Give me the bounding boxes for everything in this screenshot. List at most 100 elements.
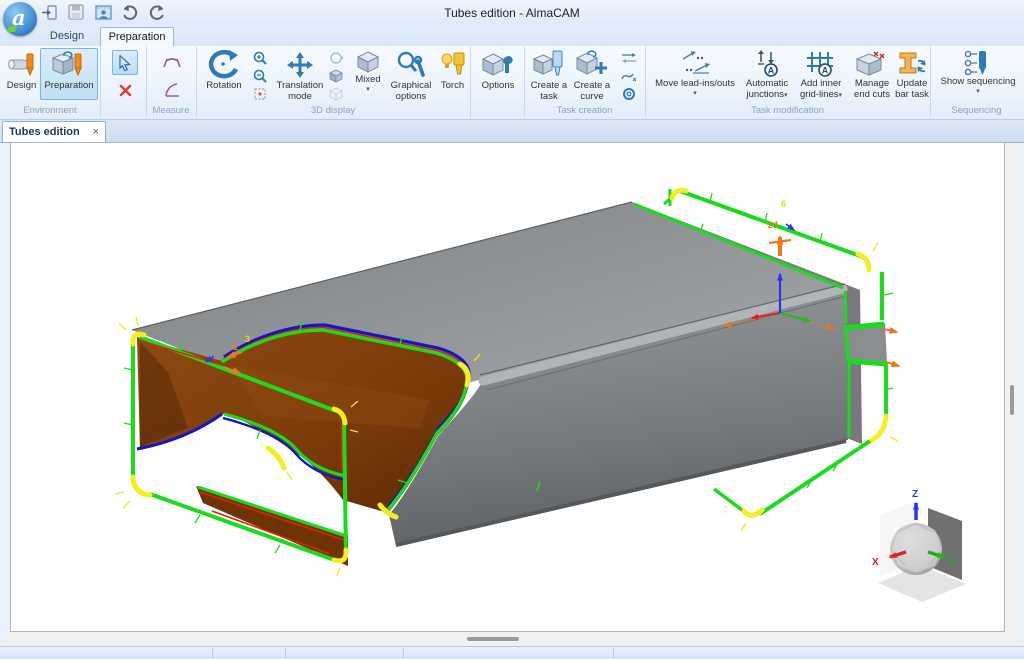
end-contour-id-label: 6 [781,199,786,209]
mixed-dropdown-arrow[interactable]: ▾ [349,86,387,93]
document-tab-bar: Tubes edition × [0,120,1024,143]
add-inner-grid-lines-button[interactable]: A Add inner grid-lines▾ [793,48,849,102]
zoom-fit-icon [253,87,267,101]
move-lead-dropdown-arrow[interactable]: ▾ [650,90,740,97]
end-lead-id-label: 2J [768,220,778,230]
zoom-in-button[interactable] [250,48,270,67]
document-tab-tubes-edition[interactable]: Tubes edition × [2,121,106,142]
measure-distance-button[interactable] [159,50,185,74]
auto-junctions-dropdown-arrow[interactable]: ▾ [784,92,788,99]
show-sequencing-button[interactable]: Show sequencing ▾ [935,48,1021,96]
measure-angle-icon [164,82,181,98]
axis-x-label: X [872,557,879,568]
translation-icon [273,49,327,81]
horizontal-scrollbar[interactable] [4,633,1020,646]
mixed-button[interactable]: Mixed ▾ [348,48,388,94]
quick-access-toolbar [40,3,166,23]
group-task-creation: Create a task Create a curve Task creati… [524,46,646,118]
wireframe-view-button[interactable] [326,84,346,103]
exit-icon[interactable] [40,3,58,21]
measure-angle-button[interactable] [159,77,185,102]
vertical-scrollbar-thumb[interactable] [1010,385,1014,415]
almacam-window: { "window": { "title": "Tubes edition - … [0,0,1024,658]
manage-end-cuts-button[interactable]: Manage end cuts [849,48,895,101]
torch-icon [436,49,469,81]
lead-arrows-icon [620,52,638,64]
almacam-logo-icon[interactable]: a [3,2,37,36]
graphical-options-button[interactable]: Graphical options [386,48,436,103]
tube-design-icon [3,49,40,81]
create-curve-icon [571,49,613,81]
zoom-out-icon [253,69,267,83]
group-selection [100,46,147,118]
delete-selection-button[interactable] [112,78,138,102]
design-button[interactable]: Design [2,48,41,93]
view-cube[interactable]: Z X Y [872,489,966,602]
tab-design[interactable]: Design [34,27,100,46]
torch-button[interactable]: Torch [435,48,470,93]
group-sequencing: Show sequencing ▾ Sequencing [930,46,1023,118]
save-icon[interactable] [67,3,85,21]
create-task-icon [528,49,570,81]
lead-id-label: 1 [233,342,238,352]
axis-y-label: Y [950,558,957,569]
lead-arrows-button[interactable] [616,48,642,67]
solid-cube-icon [329,69,343,83]
sequencing-icon [936,49,1020,77]
translation-mode-button[interactable]: Translation mode [272,48,328,103]
cursor-icon [118,55,132,71]
update-bar-task-button[interactable]: Update bar task [894,48,930,101]
group-environment: Design Preparation Environment [0,46,101,118]
curve-tool-button[interactable] [616,66,642,85]
svg-text:A: A [822,66,829,76]
wireframe-cube-icon [329,87,343,101]
circle-tool-button[interactable] [616,84,642,103]
zoom-in-icon [253,51,267,65]
manage-end-cuts-icon [850,49,894,79]
ribbon: Design Preparation Environment Measure [0,46,1024,120]
ribbon-tab-strip: Design Preparation [0,26,1024,46]
options-cube-wrench-icon [476,49,520,81]
svg-text:A: A [768,66,775,76]
zoom-fit-button[interactable] [250,84,270,103]
donut-icon [622,87,636,101]
redo-icon[interactable] [148,3,166,21]
session-icon[interactable] [94,3,112,21]
zoom-out-button[interactable] [250,66,270,85]
close-icon[interactable]: × [89,126,99,138]
update-bar-task-icon [895,49,929,79]
measure-distance-icon [162,55,182,69]
tube-3d-scene: 1 3 2J 6 Z X Y [11,143,1004,631]
vertical-scrollbar[interactable] [1005,143,1020,632]
automatic-junctions-button[interactable]: A Automatic junctions▾ [741,48,793,102]
grid-lines-dropdown-arrow[interactable]: ▾ [839,92,843,99]
grid-lines-icon: A [794,49,848,79]
move-lead-ins-outs-button[interactable]: Move lead-ins/outs ▾ [649,48,741,98]
contour-id-label: 3 [245,334,250,344]
create-curve-button[interactable]: Create a curve [570,48,614,103]
red-x-icon [119,84,132,97]
sequencing-dropdown-arrow[interactable]: ▾ [936,88,1020,95]
graphical-options-icon [387,49,435,81]
rotate-view-icon [329,51,343,65]
group-options: Options [470,46,525,118]
axis-z-label: Z [912,489,918,500]
rotate-view-button[interactable] [326,48,346,67]
mixed-view-icon [349,49,387,75]
preparation-button[interactable]: Preparation [40,48,98,100]
options-button[interactable]: Options [475,48,521,93]
tab-preparation[interactable]: Preparation [100,27,174,47]
cube-preparation-icon [41,49,97,81]
status-bar [0,646,1024,659]
rotation-button[interactable]: Rotation [200,48,248,93]
solid-view-button[interactable] [326,66,346,85]
automatic-junctions-icon: A [742,49,792,79]
group-3d-display: Rotation Translation mode [196,46,471,118]
create-task-button[interactable]: Create a task [527,48,571,103]
group-measure: Measure [146,46,197,118]
horizontal-scrollbar-thumb[interactable] [467,637,519,641]
curve-squiggle-icon [621,70,637,82]
undo-icon[interactable] [121,3,139,21]
move-lead-ins-icon [650,49,740,79]
select-cursor-button[interactable] [112,50,138,75]
